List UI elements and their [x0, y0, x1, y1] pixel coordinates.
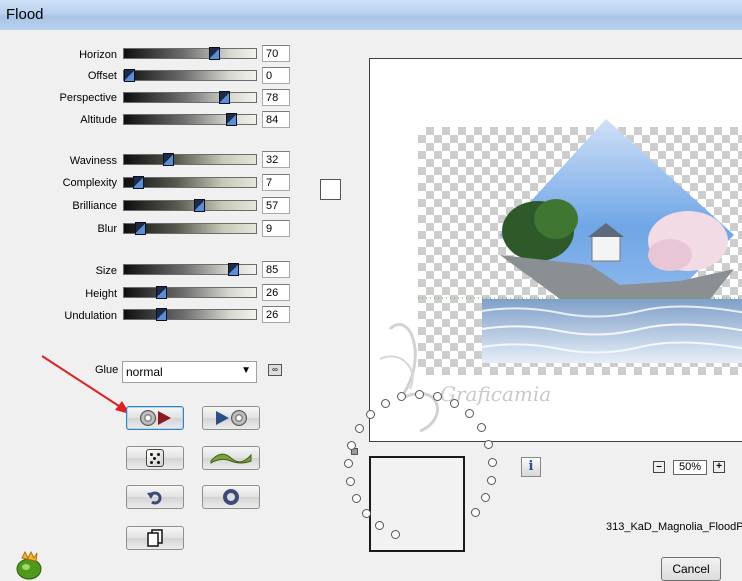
reset-button[interactable]	[126, 485, 184, 509]
slider-thumb[interactable]	[134, 222, 146, 235]
glue-select[interactable]: normal ▼	[122, 361, 257, 383]
perspective-value-field[interactable]: 78	[262, 89, 290, 106]
annotation-arrow-icon	[41, 355, 130, 414]
play-blue-icon	[215, 411, 229, 425]
play-red-icon	[157, 411, 171, 425]
dial-dot[interactable]	[345, 476, 355, 486]
altitude-value-field[interactable]: 84	[262, 111, 290, 128]
preview-panel[interactable]	[369, 58, 742, 442]
undulation-slider[interactable]	[123, 308, 257, 321]
dial-dot[interactable]	[391, 529, 401, 539]
waviness-value-field[interactable]: 32	[262, 151, 290, 168]
height-value-field[interactable]: 26	[262, 284, 290, 301]
wave-button[interactable]	[202, 446, 260, 470]
slider-thumb[interactable]	[209, 47, 221, 60]
dial-dot[interactable]	[347, 440, 357, 450]
slider-thumb[interactable]	[226, 113, 238, 126]
zoom-out-button[interactable]: –	[653, 461, 665, 473]
dial-dot[interactable]	[476, 423, 486, 433]
play-preview-button[interactable]	[202, 406, 260, 430]
dial-dot[interactable]	[380, 399, 390, 409]
info-icon[interactable]: i	[521, 457, 541, 477]
slider-thumb[interactable]	[155, 308, 167, 321]
undo-icon	[147, 491, 162, 505]
dial-dot[interactable]	[487, 457, 497, 467]
ring-icon	[223, 489, 239, 505]
complexity-value-field[interactable]: 7	[262, 174, 290, 191]
dial-dot[interactable]	[471, 508, 481, 518]
perspective-slider[interactable]	[123, 91, 257, 104]
zoom-in-button[interactable]: +	[713, 461, 725, 473]
offset-slider[interactable]	[123, 69, 257, 82]
zoom-level: 50%	[673, 460, 707, 475]
randomize-preview-button[interactable]	[126, 406, 184, 430]
link-icon[interactable]: ∞	[268, 364, 282, 376]
slider-label-blur: Blur	[97, 223, 117, 235]
slider-label-altitude: Altitude	[80, 114, 117, 126]
disc-icon	[230, 410, 247, 426]
app-logo-icon	[16, 550, 42, 580]
copy-icon	[147, 529, 163, 547]
undulation-value-field[interactable]: 26	[262, 306, 290, 323]
slider-label-undulation: Undulation	[64, 310, 117, 322]
slider-thumb[interactable]	[132, 176, 144, 189]
dial-dot[interactable]	[354, 424, 364, 434]
disc-icon	[139, 410, 156, 426]
slider-label-waviness: Waviness	[69, 155, 117, 167]
blur-value-field[interactable]: 9	[262, 220, 290, 237]
dice-icon	[146, 449, 164, 467]
slider-label-height: Height	[85, 288, 117, 300]
chevron-down-icon: ▼	[241, 365, 251, 376]
blur-slider[interactable]	[123, 222, 257, 235]
title-bar: Flood	[0, 0, 742, 31]
preview-image	[379, 119, 742, 433]
complexity-slider[interactable]	[123, 176, 257, 189]
slider-thumb[interactable]	[193, 199, 205, 212]
navigator-box[interactable]	[369, 456, 465, 552]
color-swatch[interactable]	[320, 179, 341, 200]
dial-dot[interactable]	[344, 458, 354, 468]
slider-label-brilliance: Brilliance	[72, 200, 117, 212]
horizon-value-field[interactable]: 70	[262, 45, 290, 62]
size-slider[interactable]	[123, 263, 257, 276]
slider-thumb[interactable]	[219, 91, 231, 104]
slider-label-size: Size	[95, 265, 117, 277]
slider-label-offset: Offset	[87, 70, 117, 82]
dial-dot[interactable]	[361, 509, 371, 519]
wave-icon	[210, 453, 252, 464]
horizon-slider[interactable]	[123, 47, 257, 60]
altitude-slider[interactable]	[123, 113, 257, 126]
dial-dot[interactable]	[480, 492, 490, 502]
ring-button[interactable]	[202, 485, 260, 509]
preset-name: 313_KaD_Magnolia_FloodPre	[606, 521, 742, 533]
window-title: Flood	[6, 6, 44, 23]
slider-thumb[interactable]	[155, 286, 167, 299]
height-slider[interactable]	[123, 286, 257, 299]
size-value-field[interactable]: 85	[262, 261, 290, 278]
brilliance-slider[interactable]	[123, 199, 257, 212]
slider-label-horizon: Horizon	[79, 49, 117, 61]
offset-value-field[interactable]: 0	[262, 67, 290, 84]
flood-dialog: Horizon 70 Offset 0 Perspective 78 Altit…	[0, 30, 742, 581]
copy-button[interactable]	[126, 526, 184, 550]
dial-dot[interactable]	[484, 439, 494, 449]
dial-dot[interactable]	[486, 475, 496, 485]
brilliance-value-field[interactable]: 57	[262, 197, 290, 214]
slider-thumb[interactable]	[227, 263, 239, 276]
waviness-slider[interactable]	[123, 153, 257, 166]
randomize-button[interactable]	[126, 446, 184, 470]
slider-label-complexity: Complexity	[62, 177, 117, 189]
dial-dot[interactable]	[351, 494, 361, 504]
slider-thumb[interactable]	[163, 153, 175, 166]
slider-label-perspective: Perspective	[59, 92, 117, 104]
cancel-button[interactable]: Cancel	[661, 557, 721, 581]
slider-thumb[interactable]	[124, 69, 135, 82]
